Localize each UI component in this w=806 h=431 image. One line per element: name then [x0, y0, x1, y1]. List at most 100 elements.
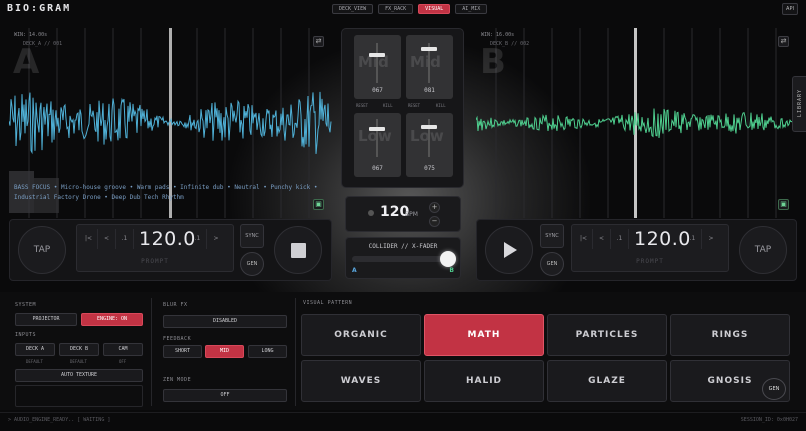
kill-label-a[interactable]: KILL: [383, 103, 393, 108]
input-deck-a-button[interactable]: DECK A: [15, 343, 55, 356]
deck-a-swap-icon[interactable]: ⇄: [313, 36, 324, 47]
deck-b-mid-fader[interactable]: [421, 47, 437, 51]
zen-mode-label: ZEN MODE: [163, 377, 192, 383]
tab-visual[interactable]: VISUAL: [418, 4, 451, 14]
master-bpm-panel: 120 BPM + −: [345, 196, 461, 232]
divider: [151, 298, 152, 406]
deck-a-controls: TAP |< < .1 120.0 .1 > PROMPT SYNC GEN: [9, 219, 332, 281]
inputs-label: INPUTS: [15, 332, 37, 338]
pitch-down-button[interactable]: <: [593, 229, 611, 249]
blur-toggle-button[interactable]: DISABLED: [163, 315, 287, 328]
deck-a-mid-fader[interactable]: [369, 53, 385, 57]
crossfader-knob[interactable]: [439, 251, 456, 267]
library-label: LIBRARY: [797, 88, 803, 117]
deck-b-play-button[interactable]: [485, 226, 533, 274]
pitch-fine-up-button[interactable]: .1: [684, 229, 702, 249]
engine-button[interactable]: ENGINE: ON: [81, 313, 143, 326]
deck-a-input-status: DEFAULT: [26, 359, 43, 364]
pitch-fine-down-button[interactable]: .1: [611, 229, 629, 249]
deck-a-pitch-cells: |< < .1: [80, 229, 134, 249]
deck-b-win: WIN: 16.00s: [481, 32, 515, 38]
feedback-short-button[interactable]: SHORT: [163, 345, 202, 358]
deck-a-low-fader[interactable]: [369, 127, 385, 131]
pattern-halid[interactable]: HALID: [424, 360, 544, 402]
deck-b-low-value: 075: [424, 165, 435, 172]
pitch-fine-down-button[interactable]: .1: [116, 229, 134, 249]
auto-texture-button[interactable]: AUTO TEXTURE: [15, 369, 143, 382]
mid-word-b: Mid: [410, 53, 441, 71]
input-deck-b-button[interactable]: DECK B: [59, 343, 99, 356]
pitch-up-button[interactable]: >: [702, 229, 720, 249]
deck-b-controls: SYNC GEN |< < .1 120.0 .1 > PROMPT TAP: [476, 219, 797, 281]
deck-a-low-value: 067: [372, 165, 383, 172]
pattern-glaze[interactable]: GLAZE: [547, 360, 667, 402]
deck-a-prompt[interactable]: PROMPT: [77, 258, 233, 265]
deck-a-gen-button[interactable]: GEN: [240, 252, 264, 276]
library-tab[interactable]: LIBRARY: [792, 76, 806, 132]
pattern-organic[interactable]: ORGANIC: [301, 314, 421, 356]
bpm-minus-button[interactable]: −: [429, 216, 440, 227]
pitch-up-button[interactable]: >: [207, 229, 225, 249]
pitch-reset-button[interactable]: |<: [575, 229, 593, 249]
deck-a-stop-button[interactable]: [274, 226, 322, 274]
feedback-mid-button[interactable]: MID: [205, 345, 244, 358]
deck-a-pitch-cells-right: .1 >: [189, 229, 225, 249]
pattern-math[interactable]: MATH: [424, 314, 544, 356]
play-icon: [504, 242, 517, 258]
api-button[interactable]: API: [782, 3, 798, 15]
bpm-indicator-dot: [368, 210, 374, 216]
bpm-plus-button[interactable]: +: [429, 202, 440, 213]
deck-a-win: WIN: 14.00s: [14, 32, 48, 38]
deck-b-low-fader[interactable]: [421, 125, 437, 129]
deck-b-tap-button[interactable]: TAP: [739, 226, 787, 274]
deck-b-pitch-cells-right: .1 >: [684, 229, 720, 249]
input-cam-button[interactable]: CAM: [103, 343, 143, 356]
deck-b-input-status: DEFAULT: [70, 359, 87, 364]
waveform-path: [9, 91, 332, 155]
deck-a-sync-button[interactable]: SYNC: [240, 224, 264, 248]
feedback-label: FEEDBACK: [163, 336, 192, 342]
engine-status: > AUDIO_ENGINE_READY.. [ WAITING ]: [8, 417, 111, 423]
pattern-gen-button[interactable]: GEN: [762, 378, 786, 400]
blur-fx-label: BLUR FX: [163, 302, 188, 308]
reset-label-b[interactable]: RESET: [408, 103, 420, 108]
deck-b-letter: B: [480, 42, 506, 82]
deck-a-tap-button[interactable]: TAP: [18, 226, 66, 274]
tab-deck-view[interactable]: DECK_VIEW: [332, 4, 374, 14]
system-label: SYSTEM: [15, 302, 37, 308]
pitch-reset-button[interactable]: |<: [80, 229, 98, 249]
reset-label-a[interactable]: RESET: [356, 103, 368, 108]
pitch-down-button[interactable]: <: [98, 229, 116, 249]
deck-b-waveform[interactable]: WIN: 16.00s DECK_B // 002 B ⇄ ▣: [476, 28, 797, 218]
kill-label-b[interactable]: KILL: [436, 103, 446, 108]
stop-icon: [290, 242, 306, 258]
deck-a-waveform[interactable]: WIN: 14.00s DECK_A // 001 A ⇄ BASS FOCUS…: [9, 28, 332, 218]
deck-a-tap-label: TAP: [33, 245, 51, 255]
tab-ai-mix[interactable]: AI_MIX: [455, 4, 488, 14]
deck-a-mid-value: 067: [372, 87, 383, 94]
deck-b-gen-button[interactable]: GEN: [540, 252, 564, 276]
status-footer: > AUDIO_ENGINE_READY.. [ WAITING ] SESSI…: [0, 412, 806, 431]
deck-a-letter: A: [13, 42, 40, 82]
deck-b-bpm: 120.0: [634, 228, 691, 250]
deck-b-swap-icon[interactable]: ⇄: [778, 36, 789, 47]
eq-mixer: Mid Mid 067 081 RESET KILL RESET KILL Lo…: [341, 28, 464, 188]
pitch-fine-up-button[interactable]: .1: [189, 229, 207, 249]
feedback-long-button[interactable]: LONG: [248, 345, 287, 358]
deck-b-save-icon[interactable]: ▣: [778, 199, 789, 210]
pattern-particles[interactable]: PARTICLES: [547, 314, 667, 356]
deck-b-sync-button[interactable]: SYNC: [540, 224, 564, 248]
app-logo: BIO:GRAM: [7, 3, 72, 14]
cam-input-status: OFF: [119, 359, 127, 364]
deck-a-bpm: 120.0: [139, 228, 196, 250]
waveform-path: [476, 108, 797, 139]
pattern-rings[interactable]: RINGS: [670, 314, 790, 356]
view-tabs: DECK_VIEW FX_RACK VISUAL AI_MIX: [332, 4, 488, 14]
tab-fx-rack[interactable]: FX_RACK: [378, 4, 414, 14]
deck-b-prompt[interactable]: PROMPT: [572, 258, 728, 265]
projector-button[interactable]: PROJECTOR: [15, 313, 77, 326]
divider: [295, 298, 296, 406]
deck-a-save-icon[interactable]: ▣: [313, 199, 324, 210]
pattern-waves[interactable]: WAVES: [301, 360, 421, 402]
zen-mode-button[interactable]: OFF: [163, 389, 287, 402]
